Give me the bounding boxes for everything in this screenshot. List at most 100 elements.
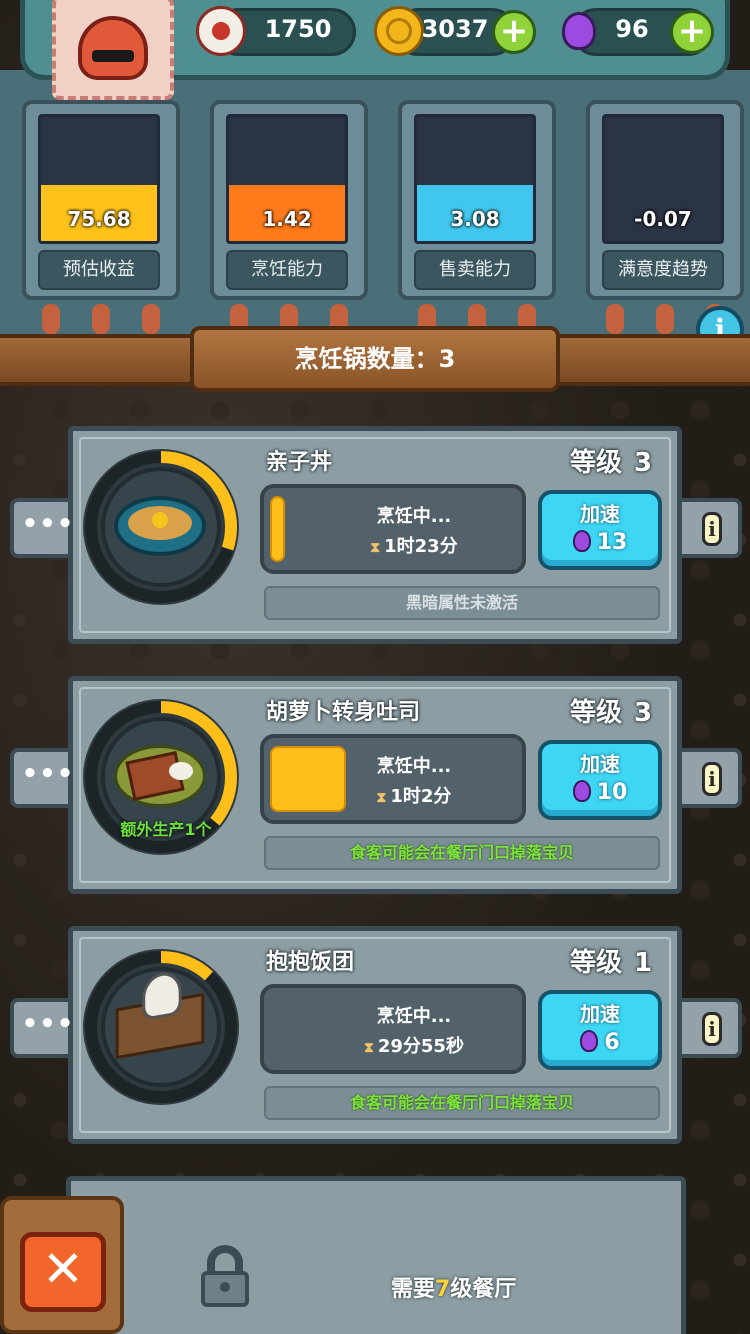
potion-icon <box>554 6 604 56</box>
recipe-level: 等级 3 <box>570 692 652 729</box>
hourglass-icon: ⧗ <box>370 540 381 556</box>
time-remaining: 1时2分 <box>390 786 452 807</box>
potion-value: 96 <box>615 15 649 43</box>
cooking-pot-card: ••• i 抱抱饭团 等级 1 烹饪中... ⧗ 29分55秒 加速 6 食客可能会… <box>10 926 742 1146</box>
recipe-hint: 黑暗属性未激活 <box>264 586 660 620</box>
tank-value: 1.42 <box>262 207 312 231</box>
progress-fill <box>270 496 285 562</box>
speed-up-button[interactable]: 加速 13 <box>538 490 662 570</box>
speed-up-cost: 6 <box>542 1030 658 1055</box>
recipe-name: 亲子丼 <box>266 450 333 475</box>
tank-glass: -0.07 <box>602 114 724 244</box>
locked-suffix: 级餐厅 <box>450 1277 517 1302</box>
more-dots-icon: ••• <box>21 1009 75 1039</box>
recipe-level: 等级 1 <box>570 942 652 979</box>
more-options-button[interactable]: ••• <box>20 1010 76 1046</box>
tank-label: 预估收益 <box>38 250 160 290</box>
player-avatar[interactable] <box>52 0 174 100</box>
toast-icon <box>110 736 210 816</box>
stat-tank: 3.08 售卖能力 <box>392 100 562 340</box>
stat-tank: 75.68 预估收益 <box>16 100 186 340</box>
speed-up-label: 加速 <box>580 502 620 526</box>
pipe-icon <box>42 304 60 334</box>
more-dots-icon: ••• <box>21 759 75 789</box>
speed-up-button[interactable]: 加速 6 <box>538 990 662 1070</box>
recipe-info-button[interactable]: i <box>684 760 740 796</box>
level-label: 等级 <box>570 948 623 978</box>
hourglass-icon: ⧗ <box>376 790 387 806</box>
eyeball-icon <box>196 6 246 56</box>
cooking-pot-card: ••• i 额外生产1个 胡萝卜转身吐司 等级 3 烹饪中... ⧗ 1时2分 加速… <box>10 676 742 896</box>
tank-glass: 75.68 <box>38 114 160 244</box>
close-button[interactable]: ✕ <box>20 1232 106 1312</box>
info-icon: i <box>702 1012 722 1046</box>
pipe-icon <box>142 304 160 334</box>
speed-up-label: 加速 <box>580 1002 620 1026</box>
potion-icon <box>580 1030 599 1052</box>
recipe-info-button[interactable]: i <box>684 1010 740 1046</box>
recipe-name: 胡萝卜转身吐司 <box>266 700 421 725</box>
hourglass-icon: ⧗ <box>364 1040 374 1056</box>
pot-count-label: 烹饪锅数量：3 <box>190 326 560 392</box>
locked-level: 7 <box>435 1277 451 1302</box>
recipe-level: 等级 3 <box>570 442 652 479</box>
extra-production-label: 额外生产1个 <box>120 820 212 839</box>
stat-tank: -0.07 满意度趋势 <box>580 100 750 340</box>
speed-cost-value: 6 <box>604 1030 620 1055</box>
pipe-icon <box>656 304 674 334</box>
potion-icon <box>572 530 591 552</box>
tank-label: 烹饪能力 <box>226 250 348 290</box>
locked-prefix: 需要 <box>391 1277 436 1302</box>
add-potion-button[interactable]: + <box>670 10 714 54</box>
more-dots-icon: ••• <box>21 509 75 539</box>
info-icon: i <box>702 512 722 546</box>
level-label: 等级 <box>570 448 623 478</box>
monster-face-icon <box>78 16 148 80</box>
cooking-status: 烹饪中... <box>376 756 452 777</box>
cooking-status: 烹饪中... <box>376 1006 452 1027</box>
tank-value: -0.07 <box>634 207 692 231</box>
tank-label: 售卖能力 <box>414 250 536 290</box>
level-value: 3 <box>634 448 653 478</box>
recipe-name: 抱抱饭团 <box>266 950 355 975</box>
pipe-icon <box>92 304 110 334</box>
recipe-info-button[interactable]: i <box>684 510 740 546</box>
potion-icon <box>572 780 591 802</box>
more-options-button[interactable]: ••• <box>20 760 76 796</box>
tank-value: 3.08 <box>450 207 500 231</box>
speed-cost-value: 13 <box>596 530 628 555</box>
pipe-icon <box>606 304 624 334</box>
time-remaining: 29分55秒 <box>377 1036 464 1057</box>
speed-up-label: 加速 <box>580 752 620 776</box>
coin-value: 3037 <box>421 15 489 43</box>
stat-tank: 1.42 烹饪能力 <box>204 100 374 340</box>
rice-ball-icon <box>110 969 210 1066</box>
cooking-time: ⧗ 1时2分 <box>324 782 504 808</box>
cooking-progress: 烹饪中... ⧗ 1时2分 <box>260 734 526 824</box>
eyeball-value: 1750 <box>264 15 332 43</box>
pot-progress-ring[interactable] <box>80 946 242 1108</box>
add-coin-button[interactable]: + <box>492 10 536 54</box>
padlock-icon <box>193 1245 257 1309</box>
speed-up-button[interactable]: 加速 10 <box>538 740 662 820</box>
locked-pot-slot: 需要7级餐厅 <box>66 1176 686 1334</box>
tank-glass: 3.08 <box>414 114 536 244</box>
rice-bowl-icon <box>110 486 210 566</box>
tank-label: 满意度趋势 <box>602 250 724 290</box>
cooking-progress: 烹饪中... ⧗ 29分55秒 <box>260 984 526 1074</box>
info-icon: i <box>702 762 722 796</box>
level-label: 等级 <box>570 698 623 728</box>
time-remaining: 1时23分 <box>384 536 458 557</box>
coin-icon <box>374 6 424 56</box>
tank-glass: 1.42 <box>226 114 348 244</box>
cooking-progress: 烹饪中... ⧗ 1时23分 <box>260 484 526 574</box>
speed-cost-value: 10 <box>596 780 628 805</box>
cooking-status: 烹饪中... <box>376 506 452 527</box>
cooking-time: ⧗ 1时23分 <box>324 532 504 558</box>
pot-progress-ring[interactable] <box>80 446 242 608</box>
more-options-button[interactable]: ••• <box>20 510 76 546</box>
recipe-hint: 食客可能会在餐厅门口掉落宝贝 <box>264 836 660 870</box>
level-value: 1 <box>634 948 653 978</box>
recipe-hint: 食客可能会在餐厅门口掉落宝贝 <box>264 1086 660 1120</box>
cooking-time: ⧗ 29分55秒 <box>324 1032 504 1058</box>
